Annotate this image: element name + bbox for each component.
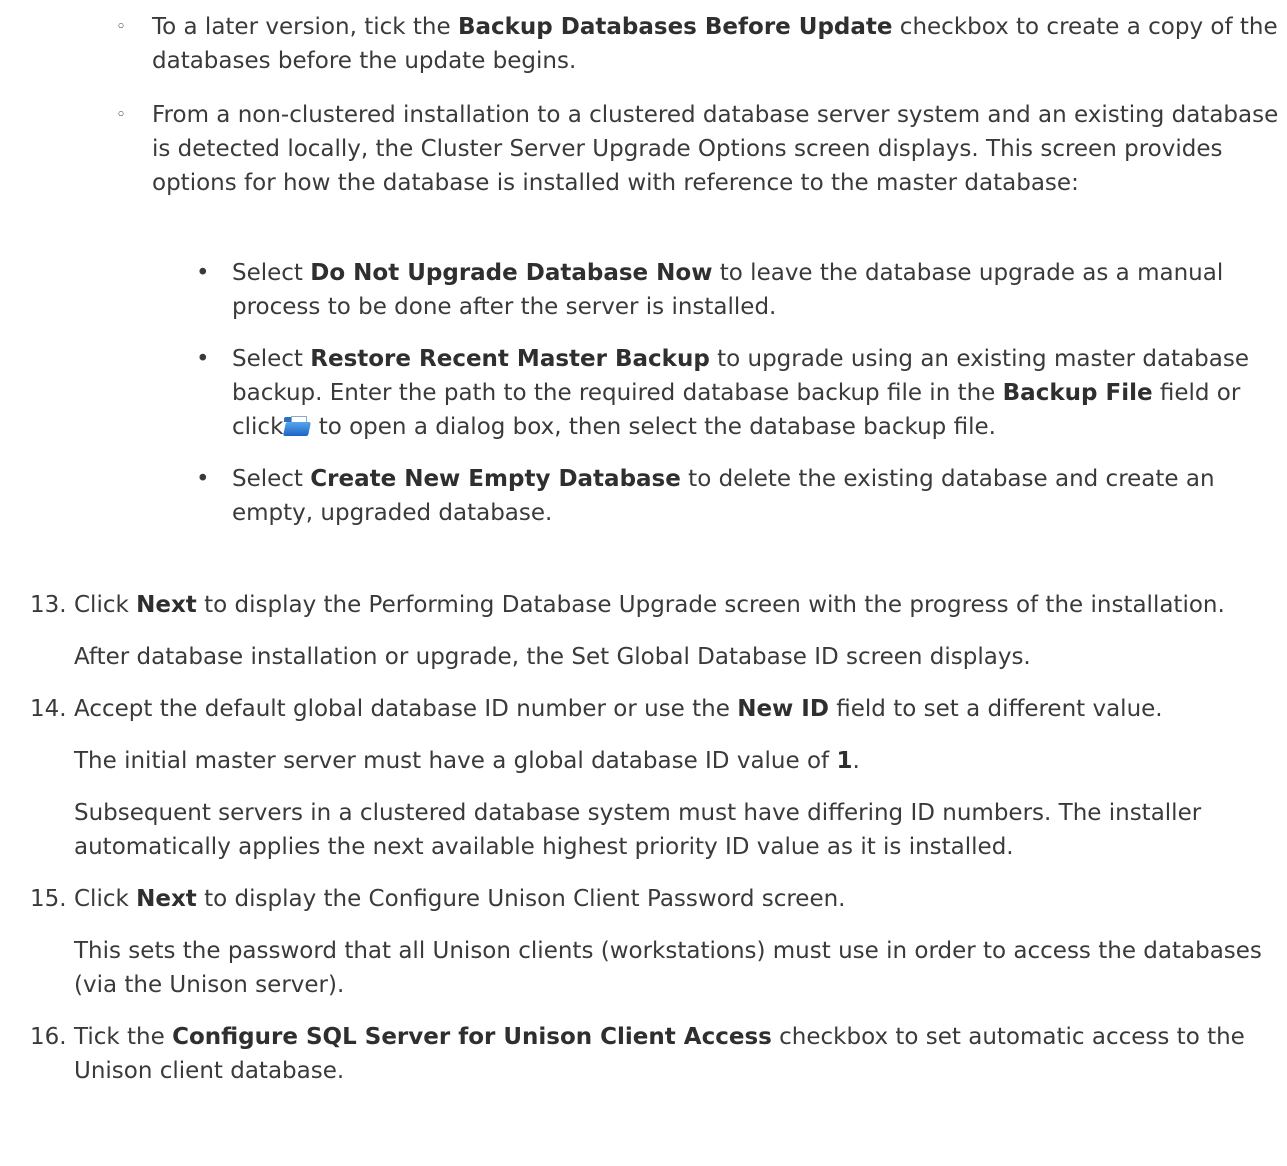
- step-paragraph: After database installation or upgrade, …: [74, 640, 1286, 674]
- bold-term: New ID: [737, 696, 829, 722]
- text-run: Select: [232, 260, 311, 286]
- bold-term: Backup File: [1002, 380, 1153, 406]
- list-item-text: To a later version, tick the Backup Data…: [152, 10, 1284, 78]
- step-number: 15.: [30, 886, 67, 912]
- step-number: 16.: [30, 1024, 67, 1050]
- text-run: To a later version, tick the: [152, 14, 458, 40]
- step-paragraph: Tick the Configure SQL Server for Unison…: [74, 1020, 1286, 1088]
- list-item: • Select Restore Recent Master Backup to …: [192, 342, 1282, 444]
- list-item: • Select Do Not Upgrade Database Now to l…: [192, 256, 1282, 324]
- text-run: Accept the default global database ID nu…: [74, 696, 738, 722]
- step-paragraph: Click Next to display the Configure Unis…: [74, 882, 1286, 916]
- step-paragraph: Subsequent servers in a clustered databa…: [74, 796, 1286, 864]
- hollow-bullet-icon: ◦: [116, 17, 127, 37]
- nested-bullet-list: • Select Do Not Upgrade Database Now to l…: [192, 256, 1282, 548]
- text-run: to open a dialog box, then select the da…: [311, 414, 996, 440]
- text-run: Select: [232, 466, 311, 492]
- step-paragraph: This sets the password that all Unison c…: [74, 934, 1286, 1002]
- bullet-icon: •: [196, 466, 210, 492]
- bold-term: Do Not Upgrade Database Now: [310, 260, 713, 286]
- folder-open-icon: [283, 415, 312, 437]
- numbered-step: 13. Click Next to display the Performing …: [30, 588, 1286, 674]
- bold-term: Create New Empty Database: [310, 466, 681, 492]
- step-paragraph: Accept the default global database ID nu…: [74, 692, 1286, 726]
- bold-term: Next: [136, 592, 197, 618]
- text-run: This sets the password that all Unison c…: [74, 938, 1262, 998]
- text-run: to display the Performing Database Upgra…: [196, 592, 1225, 618]
- step-paragraph: Click Next to display the Performing Dat…: [74, 588, 1286, 622]
- text-run: The initial master server must have a gl…: [74, 748, 837, 774]
- text-run: After database installation or upgrade, …: [74, 644, 1031, 670]
- numbered-step: 16. Tick the Configure SQL Server for Uni…: [30, 1020, 1286, 1088]
- list-item-text: Select Create New Empty Database to dele…: [232, 462, 1282, 530]
- step-number: 13.: [30, 592, 67, 618]
- text-run: to display the Configure Unison Client P…: [196, 886, 846, 912]
- bold-term: Restore Recent Master Backup: [310, 346, 710, 372]
- text-run: Click: [74, 592, 137, 618]
- list-item: • Select Create New Empty Database to del…: [192, 462, 1282, 530]
- step-paragraph: The initial master server must have a gl…: [74, 744, 1286, 778]
- bold-term: Next: [136, 886, 197, 912]
- text-run: From a non-clustered installation to a c…: [152, 102, 1279, 196]
- numbered-steps: 13. Click Next to display the Performing …: [30, 588, 1286, 1106]
- numbered-step: 14. Accept the default global database ID…: [30, 692, 1286, 864]
- list-item-text: Select Restore Recent Master Backup to u…: [232, 342, 1282, 444]
- list-item: ◦ To a later version, tick the Backup Dat…: [114, 10, 1284, 78]
- hollow-bullet-icon: ◦: [116, 105, 127, 125]
- text-run: Select: [232, 346, 311, 372]
- bold-term: 1: [836, 748, 853, 774]
- text-run: Tick the: [74, 1024, 173, 1050]
- list-item-text: Select Do Not Upgrade Database Now to le…: [232, 256, 1282, 324]
- bullet-icon: •: [196, 260, 210, 286]
- step-number: 14.: [30, 696, 67, 722]
- numbered-step: 15. Click Next to display the Configure U…: [30, 882, 1286, 1002]
- text-run: .: [852, 748, 860, 774]
- sub-bullet-list: ◦ To a later version, tick the Backup Dat…: [114, 10, 1284, 220]
- list-item: ◦ From a non-clustered installation to a …: [114, 98, 1284, 200]
- text-run: Subsequent servers in a clustered databa…: [74, 800, 1202, 860]
- bold-term: Configure SQL Server for Unison Client A…: [172, 1024, 772, 1050]
- bold-term: Backup Databases Before Update: [457, 14, 893, 40]
- bullet-icon: •: [196, 346, 210, 372]
- text-run: Click: [74, 886, 137, 912]
- list-item-text: From a non-clustered installation to a c…: [152, 98, 1284, 200]
- document-page: ◦ To a later version, tick the Backup Dat…: [0, 0, 1287, 1166]
- text-run: field to set a different value.: [828, 696, 1163, 722]
